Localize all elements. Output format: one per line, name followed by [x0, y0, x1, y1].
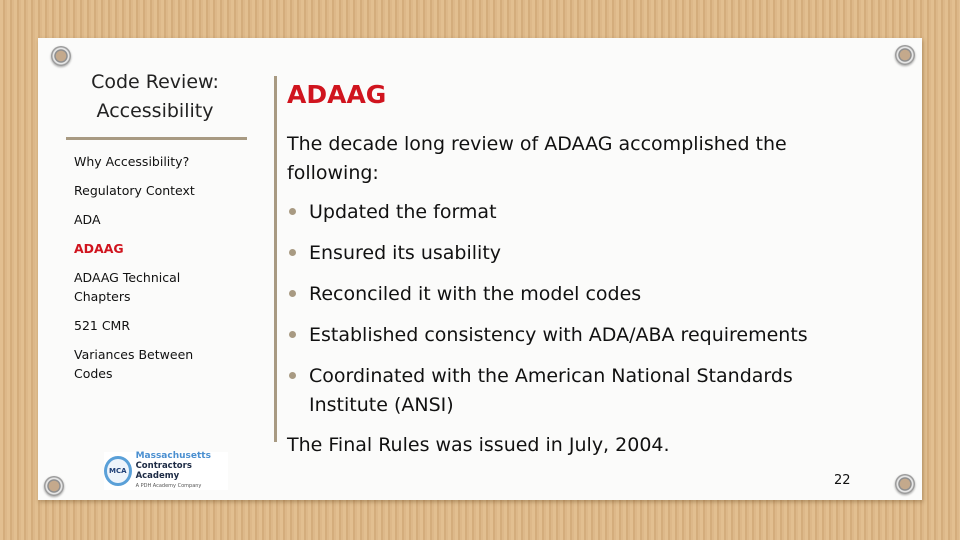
logo-seal-icon: MCA: [104, 456, 132, 486]
bullet-item: Reconciled it with the model codes: [287, 280, 847, 309]
bullet-icon: [289, 249, 296, 256]
bullet-item: Updated the format: [287, 198, 847, 227]
nav-item-521-cmr[interactable]: 521 CMR: [74, 316, 244, 335]
nav-item-adaag[interactable]: ADAAG: [74, 239, 244, 258]
logo-line2: Contractors Academy: [135, 461, 192, 481]
bullet-item: Established consistency with ADA/ABA req…: [287, 321, 847, 350]
bullet-icon: [289, 331, 296, 338]
section-title: Code Review: Accessibility: [60, 68, 250, 126]
logo-text: Massachusetts Contractors Academy A PDH …: [136, 451, 228, 491]
eyelet-top-left-icon: [51, 46, 71, 66]
nav-item-variances-between-codes[interactable]: Variances Between Codes: [74, 345, 204, 383]
bullet-text: Updated the format: [309, 201, 497, 223]
bullet-text: Established consistency with ADA/ABA req…: [309, 324, 808, 346]
closing-text: The Final Rules was issued in July, 2004…: [287, 434, 670, 456]
nav-item-regulatory-context[interactable]: Regulatory Context: [74, 181, 244, 200]
company-logo: MCA Massachusetts Contractors Academy A …: [104, 451, 228, 491]
bullet-icon: [289, 372, 296, 379]
eyelet-bottom-right-icon: [895, 474, 915, 494]
content-divider: [274, 76, 277, 442]
slide-title: ADAAG: [287, 80, 387, 109]
bullet-text: Ensured its usability: [309, 242, 502, 264]
logo-line1: Massachusetts: [135, 451, 211, 461]
logo-line3: A PDH Academy Company: [135, 483, 202, 489]
intro-text: The decade long review of ADAAG accompli…: [287, 133, 787, 184]
bullet-icon: [289, 208, 296, 215]
bullet-text: Reconciled it with the model codes: [309, 283, 642, 305]
eyelet-bottom-left-icon: [44, 476, 64, 496]
eyelet-top-right-icon: [895, 45, 915, 65]
bullet-text: Coordinated with the American National S…: [309, 365, 793, 416]
nav-item-why-accessibility[interactable]: Why Accessibility?: [74, 152, 244, 171]
nav-item-ada[interactable]: ADA: [74, 210, 244, 229]
bullet-list: Updated the format Ensured its usability…: [287, 198, 847, 432]
page-number: 22: [834, 473, 851, 488]
bullet-item: Coordinated with the American National S…: [287, 362, 829, 420]
bullet-icon: [289, 290, 296, 297]
section-title-line1: Code Review:: [91, 71, 219, 93]
sidebar-divider: [66, 137, 247, 140]
bullet-item: Ensured its usability: [287, 239, 847, 268]
sidebar-nav: Why Accessibility? Regulatory Context AD…: [74, 152, 244, 393]
section-title-line2: Accessibility: [96, 100, 214, 122]
nav-item-adaag-technical-chapters[interactable]: ADAAG Technical Chapters: [74, 268, 194, 306]
